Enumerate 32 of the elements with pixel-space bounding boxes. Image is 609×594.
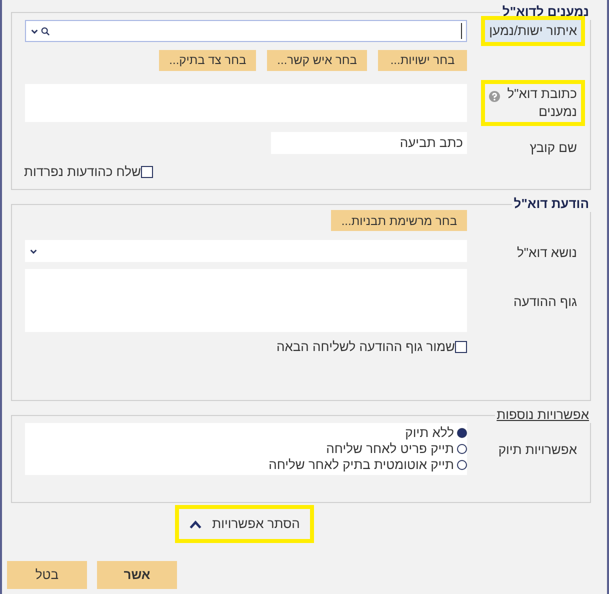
checkbox-label: שמור גוף ההודעה לשליחה הבאה (276, 338, 455, 356)
action-button[interactable]: בחר איש קשר... (267, 50, 367, 70)
field-label: אפשרויות תיוק (498, 441, 577, 459)
field-label: שם קובץ (530, 138, 577, 156)
field-label: גוף ההודעה (514, 292, 577, 310)
radio-button[interactable] (457, 460, 467, 470)
radio-button[interactable] (457, 444, 467, 454)
checkbox[interactable] (140, 166, 153, 178)
radio-button[interactable] (457, 428, 467, 438)
checkbox[interactable] (455, 340, 467, 352)
toggle-options-button[interactable]: הסתר אפשרויות (175, 505, 314, 543)
action-button[interactable]: בחר צד בתיק... (159, 50, 256, 70)
field-label: כתובת דוא"ל נמענים (506, 84, 577, 120)
field-label: נושא דוא"ל (517, 244, 577, 262)
dialog-button[interactable]: בטל (7, 561, 87, 589)
action-button[interactable]: בחר ישויות... (378, 50, 467, 70)
radio-label: ללא תיוק (405, 425, 454, 441)
dropdown-field[interactable] (25, 240, 467, 262)
checkbox-label: שלח כהודעות נפרדות (24, 163, 141, 182)
radio-label: תייק פריט לאחר שליחה (326, 441, 454, 457)
field-label: איתור ישות/נמען (481, 16, 585, 46)
action-button[interactable]: בחר מרשימת תבניות... (331, 210, 467, 231)
radio-label: תייק אוטומטית בתיק לאחר שליחה (268, 457, 454, 473)
chevron-down-icon (30, 26, 39, 36)
section-title: הודעת דוא"ל (512, 196, 590, 212)
dialog-button[interactable]: אשר (97, 561, 177, 589)
search-field[interactable] (25, 20, 467, 42)
chevron-down-icon (29, 246, 38, 256)
section-title: אפשרויות נוספות (496, 407, 590, 423)
text-field[interactable]: כתב תביעה (271, 132, 467, 154)
text-cursor (461, 23, 462, 39)
search-icon (41, 26, 50, 36)
